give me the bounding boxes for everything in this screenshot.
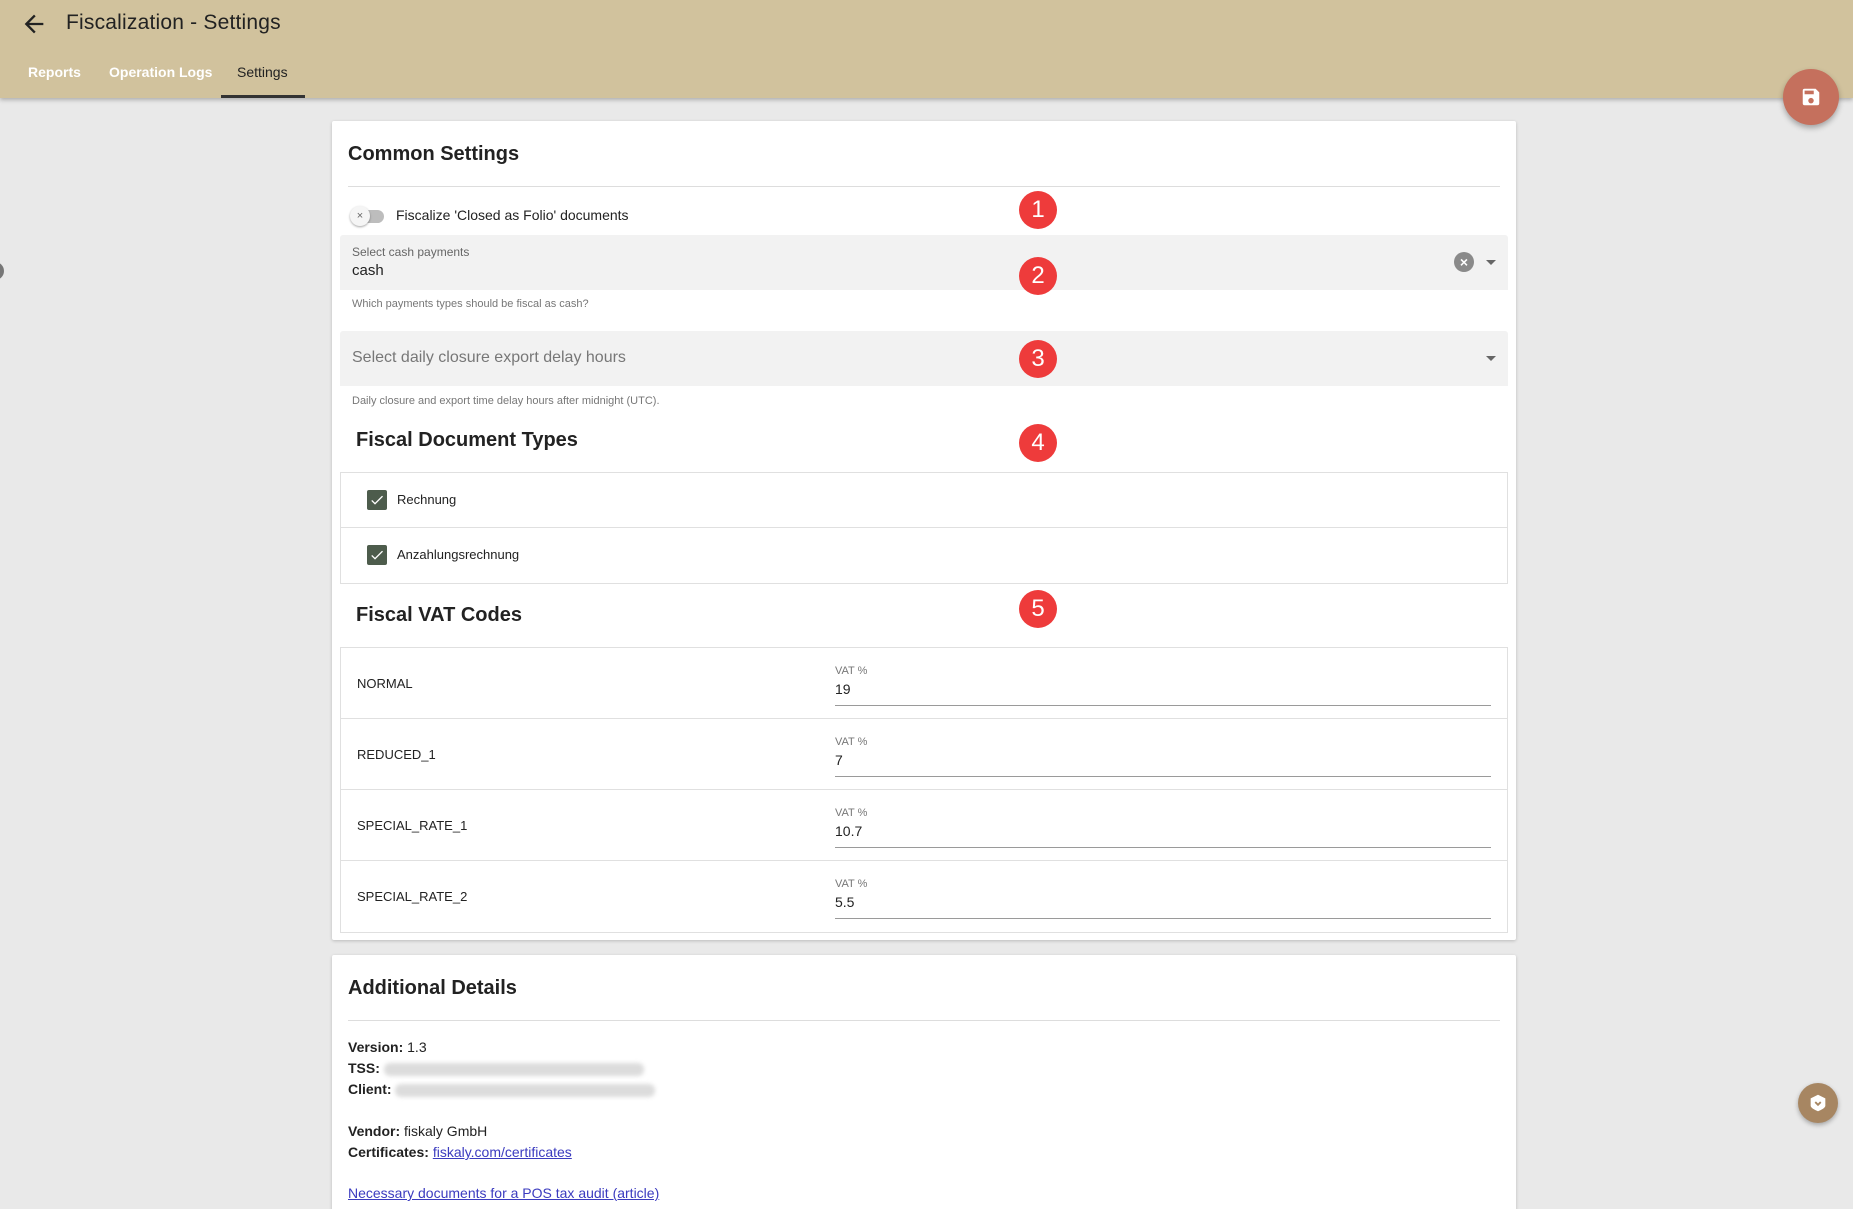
- table-row: SPECIAL_RATE_2 VAT %: [341, 861, 1507, 932]
- side-drawer-handle[interactable]: [0, 262, 4, 280]
- vat-code-name: REDUCED_1: [357, 747, 436, 762]
- vat-field-label: VAT %: [835, 807, 868, 819]
- vat-percent-input[interactable]: [835, 679, 1491, 706]
- vat-field-label: VAT %: [835, 665, 868, 677]
- additional-details-title: Additional Details: [348, 977, 517, 999]
- table-row: REDUCED_1 VAT %: [341, 719, 1507, 790]
- tss-line: TSS:: [348, 1060, 644, 1076]
- vat-code-name: SPECIAL_RATE_1: [357, 818, 468, 833]
- settings-card: Common Settings × Fiscalize 'Closed as F…: [332, 121, 1516, 940]
- fiscalize-folio-toggle[interactable]: ×: [350, 206, 386, 226]
- page-title: Fiscalization - Settings: [66, 11, 281, 34]
- vat-percent-input[interactable]: [835, 821, 1491, 848]
- vendor-label: Vendor:: [348, 1123, 401, 1139]
- certificates-link[interactable]: fiskaly.com/certificates: [433, 1144, 572, 1160]
- tab-reports[interactable]: Reports: [28, 64, 81, 80]
- toggle-off-icon: ×: [350, 206, 370, 226]
- delay-hours-hint: Daily closure and export time delay hour…: [352, 395, 660, 407]
- client-line: Client:: [348, 1081, 656, 1097]
- dropdown-arrow-icon[interactable]: [1486, 356, 1496, 361]
- version-label: Version:: [348, 1039, 404, 1055]
- fiscal-document-types-title: Fiscal Document Types: [356, 429, 578, 451]
- list-item[interactable]: Rechnung: [341, 473, 1507, 528]
- tax-audit-article-link[interactable]: Necessary documents for a POS tax audit …: [348, 1185, 659, 1201]
- annotation-badge-4: 4: [1019, 424, 1057, 462]
- rechnung-label: Rechnung: [397, 492, 457, 507]
- vendor-line: Vendor: fiskaly GmbH: [348, 1123, 487, 1139]
- vat-code-name: SPECIAL_RATE_2: [357, 889, 468, 904]
- back-arrow-icon[interactable]: [20, 10, 48, 38]
- tab-operation-logs[interactable]: Operation Logs: [109, 64, 212, 80]
- delay-hours-placeholder: Select daily closure export delay hours: [352, 349, 626, 366]
- dropdown-arrow-icon[interactable]: [1486, 260, 1496, 265]
- document-types-list: Rechnung Anzahlungsrechnung: [340, 472, 1508, 584]
- table-row: NORMAL VAT %: [341, 648, 1507, 719]
- vat-field-label: VAT %: [835, 878, 868, 890]
- tab-settings[interactable]: Settings: [237, 64, 288, 80]
- help-button[interactable]: [1798, 1083, 1838, 1123]
- cash-payments-hint: Which payments types should be fiscal as…: [352, 298, 589, 310]
- annotation-badge-5: 5: [1019, 590, 1057, 628]
- certificates-label: Certificates:: [348, 1144, 429, 1160]
- vat-percent-input[interactable]: [835, 892, 1491, 919]
- vat-field-label: VAT %: [835, 736, 868, 748]
- common-settings-title: Common Settings: [348, 143, 520, 165]
- annotation-badge-3: 3: [1019, 340, 1057, 378]
- anzahlungsrechnung-label: Anzahlungsrechnung: [397, 547, 520, 562]
- active-tab-indicator: [221, 95, 305, 98]
- check-icon: [371, 550, 383, 560]
- annotation-badge-2: 2: [1019, 257, 1057, 295]
- redacted-tss-value: [383, 1062, 644, 1076]
- vendor-value: fiskaly GmbH: [404, 1123, 488, 1139]
- table-row: SPECIAL_RATE_1 VAT %: [341, 790, 1507, 861]
- clear-icon[interactable]: ×: [1454, 252, 1474, 272]
- vat-code-name: NORMAL: [357, 676, 413, 691]
- article-line: Necessary documents for a POS tax audit …: [348, 1185, 659, 1201]
- version-value: 1.3: [407, 1039, 427, 1055]
- app-header: Fiscalization - Settings Reports Operati…: [0, 0, 1853, 98]
- version-line: Version: 1.3: [348, 1039, 427, 1055]
- divider: [348, 1020, 1500, 1021]
- check-icon: [371, 495, 383, 505]
- anzahlungsrechnung-checkbox[interactable]: [367, 545, 387, 565]
- annotation-badge-1: 1: [1019, 191, 1057, 229]
- client-label: Client:: [348, 1081, 392, 1097]
- vat-codes-table: NORMAL VAT % REDUCED_1 VAT % SPECIAL_RAT…: [340, 647, 1508, 933]
- divider: [348, 186, 1500, 187]
- fiscalize-folio-label: Fiscalize 'Closed as Folio' documents: [396, 207, 629, 223]
- cash-payments-select[interactable]: Select cash payments cash ×: [340, 235, 1508, 290]
- rechnung-checkbox[interactable]: [367, 490, 387, 510]
- save-icon: [1802, 88, 1820, 106]
- vat-percent-input[interactable]: [835, 750, 1491, 777]
- help-book-icon: [1810, 1094, 1826, 1112]
- additional-details-card: Additional Details Version: 1.3 TSS: Cli…: [332, 955, 1516, 1209]
- tss-label: TSS:: [348, 1060, 380, 1076]
- delay-hours-select[interactable]: Select daily closure export delay hours: [340, 331, 1508, 386]
- cash-payments-value: cash: [352, 262, 384, 279]
- list-item[interactable]: Anzahlungsrechnung: [341, 528, 1507, 583]
- save-button[interactable]: [1783, 69, 1839, 125]
- certificates-line: Certificates: fiskaly.com/certificates: [348, 1144, 572, 1160]
- cash-payments-label: Select cash payments: [352, 245, 470, 259]
- redacted-client-value: [395, 1083, 656, 1097]
- fiscal-vat-codes-title: Fiscal VAT Codes: [356, 604, 522, 626]
